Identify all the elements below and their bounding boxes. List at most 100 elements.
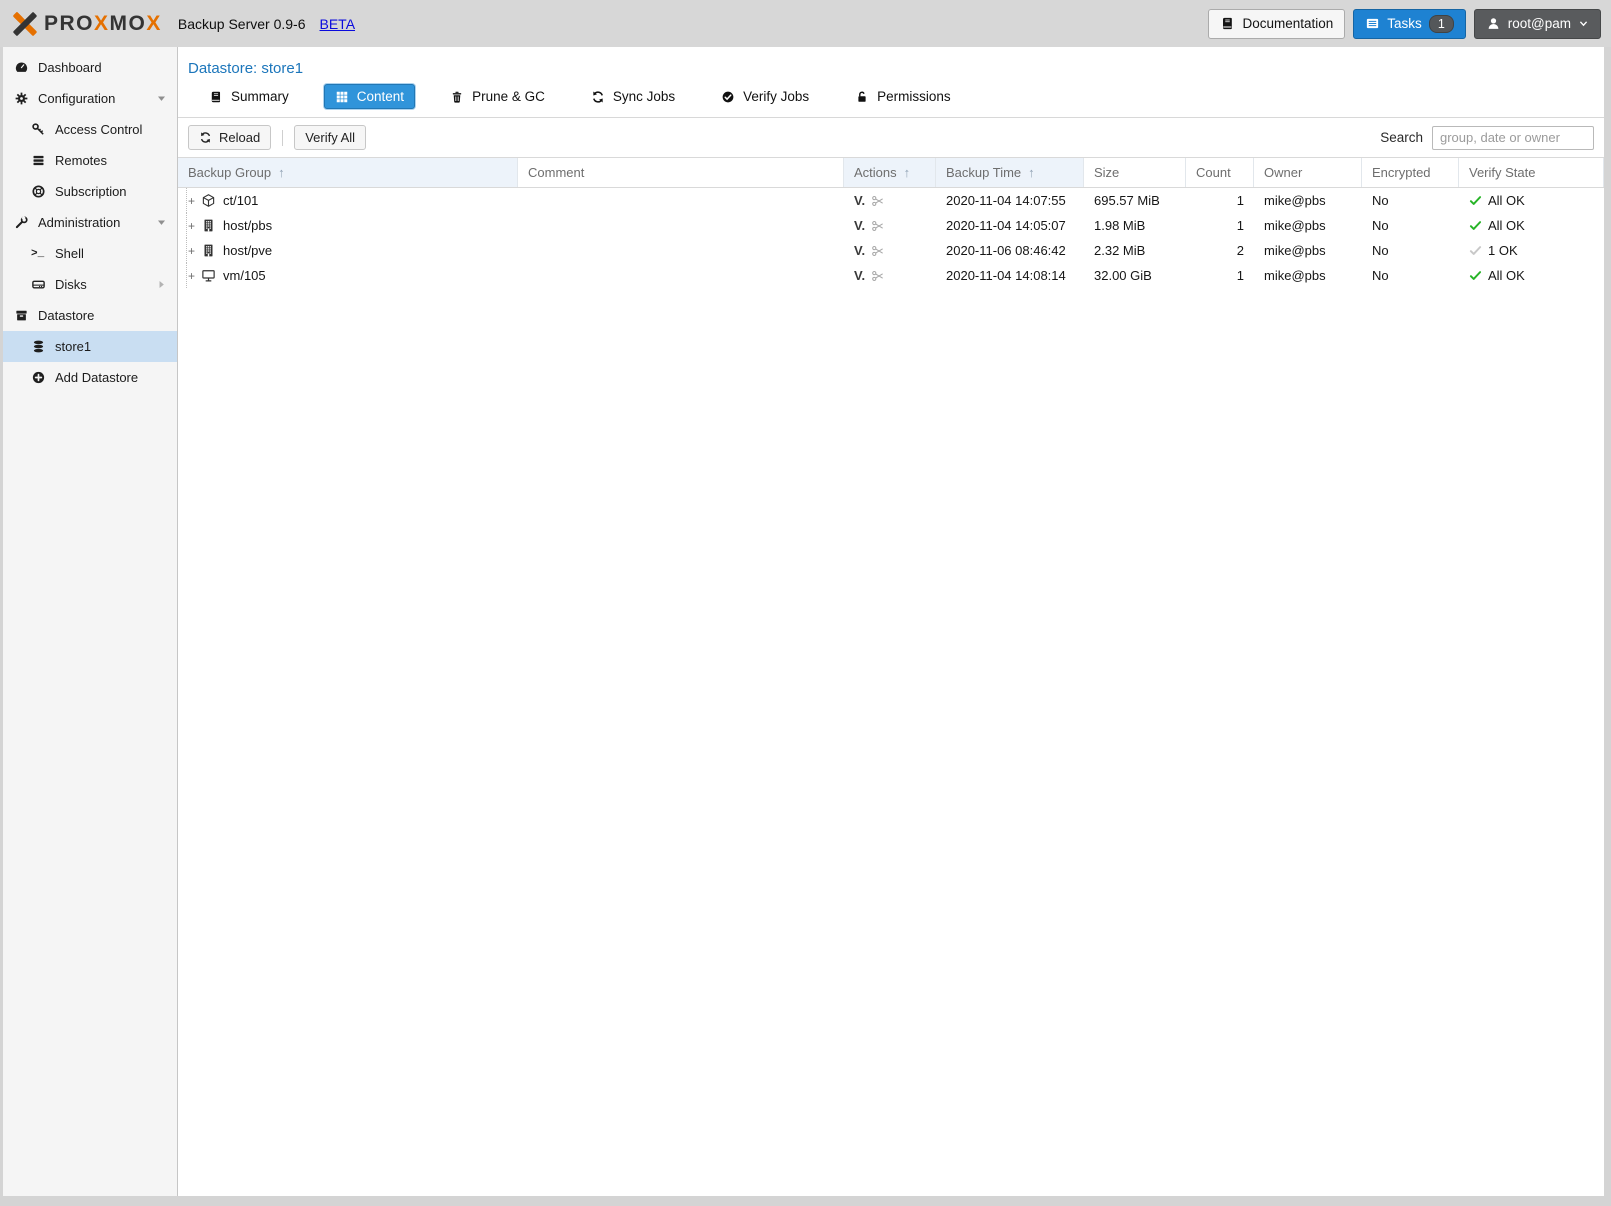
sidebar-item-label: Disks	[55, 277, 87, 292]
column-header-count[interactable]: Count	[1186, 158, 1254, 187]
column-header-label: Backup Time	[946, 165, 1021, 180]
tab-label: Content	[357, 89, 404, 104]
column-header-owner[interactable]: Owner	[1254, 158, 1362, 187]
verify-action-button[interactable]: V.	[854, 243, 865, 258]
sidebar-item-shell[interactable]: >_Shell	[3, 238, 177, 269]
column-header-comment[interactable]: Comment	[518, 158, 844, 187]
content-panel: Datastore: store1 SummaryContentPrune & …	[178, 47, 1604, 1196]
brand-letter: X	[146, 12, 162, 35]
cell-size: 1.98 MiB	[1084, 213, 1186, 238]
column-header-backup-group[interactable]: Backup Group↑	[178, 158, 518, 187]
sidebar-item-store1[interactable]: store1	[3, 331, 177, 362]
cell-comment	[518, 263, 844, 288]
expand-toggle[interactable]: +	[188, 271, 201, 281]
sidebar-item-label: Configuration	[38, 91, 115, 106]
table-row[interactable]: +host/pbsV.2020-11-04 14:05:071.98 MiB1m…	[178, 213, 1604, 238]
scissors-icon[interactable]	[871, 269, 885, 283]
reload-label: Reload	[219, 130, 260, 145]
tab-summary[interactable]: Summary	[198, 84, 300, 109]
tab-permissions[interactable]: Permissions	[844, 84, 962, 109]
verify-action-button[interactable]: V.	[854, 268, 865, 283]
scissors-icon[interactable]	[871, 244, 885, 258]
verify-state-label: All OK	[1488, 193, 1525, 208]
column-header-verify-state[interactable]: Verify State	[1459, 158, 1604, 187]
sidebar-item-remotes[interactable]: Remotes	[3, 145, 177, 176]
brand-letter: MO	[110, 12, 147, 35]
verify-state-label: All OK	[1488, 268, 1525, 283]
plus-circle-icon	[31, 370, 46, 385]
check-circle-icon	[721, 90, 735, 104]
cell-backup-time: 2020-11-06 08:46:42	[936, 238, 1084, 263]
cell-actions: V.	[844, 263, 936, 288]
scissors-icon[interactable]	[871, 194, 885, 208]
proxmox-x-icon	[10, 9, 40, 39]
column-header-label: Count	[1196, 165, 1231, 180]
reload-button[interactable]: Reload	[188, 125, 271, 150]
expand-toggle[interactable]: +	[188, 221, 201, 231]
brand-letter: PRO	[44, 12, 94, 35]
cell-backup-time: 2020-11-04 14:05:07	[936, 213, 1084, 238]
sidebar-item-disks[interactable]: Disks	[3, 269, 177, 300]
tab-label: Sync Jobs	[613, 89, 675, 104]
verify-all-button[interactable]: Verify All	[294, 125, 366, 150]
sort-up-icon: ↑	[1028, 165, 1035, 180]
tasks-button[interactable]: Tasks 1	[1353, 9, 1465, 39]
column-header-backup-time[interactable]: Backup Time ↑	[936, 158, 1084, 187]
check-icon	[1469, 219, 1482, 232]
tab-verify-jobs[interactable]: Verify Jobs	[710, 84, 820, 109]
scissors-icon[interactable]	[871, 219, 885, 233]
column-header-label: Actions	[854, 165, 897, 180]
column-header-label: Owner	[1264, 165, 1302, 180]
grid-icon	[335, 90, 349, 104]
user-menu-button[interactable]: root@pam	[1474, 9, 1601, 39]
database-icon	[31, 339, 46, 354]
cell-owner: mike@pbs	[1254, 263, 1362, 288]
column-header-label: Size	[1094, 165, 1119, 180]
table-row[interactable]: +host/pveV.2020-11-06 08:46:422.32 MiB2m…	[178, 238, 1604, 263]
app-window: PROXMOX Backup Server 0.9-6 BETA Documen…	[0, 0, 1611, 1206]
cell-comment	[518, 213, 844, 238]
cell-verify-state: All OK	[1459, 213, 1604, 238]
sidebar-item-access-control[interactable]: Access Control	[3, 114, 177, 145]
cell-backup-group: +vm/105	[178, 263, 518, 288]
body-row: Dashboard Configuration Access ControlRemo…	[0, 47, 1611, 1196]
beta-link[interactable]: BETA	[320, 16, 356, 32]
search-input[interactable]	[1432, 126, 1594, 150]
sidebar-item-dashboard[interactable]: Dashboard	[3, 52, 177, 83]
column-header-actions[interactable]: Actions ↑	[844, 158, 936, 187]
cell-size: 695.57 MiB	[1084, 188, 1186, 213]
verify-action-button[interactable]: V.	[854, 193, 865, 208]
cube-icon	[201, 193, 216, 208]
building-icon	[201, 243, 216, 258]
toolbar-separator	[282, 130, 283, 146]
column-header-encrypted[interactable]: Encrypted	[1362, 158, 1459, 187]
expand-toggle[interactable]: +	[188, 246, 201, 256]
sidebar-item-datastore[interactable]: Datastore	[3, 300, 177, 331]
sidebar-item-label: Subscription	[55, 184, 127, 199]
verify-action-button[interactable]: V.	[854, 218, 865, 233]
table-row[interactable]: +vm/105V.2020-11-04 14:08:1432.00 GiB1mi…	[178, 263, 1604, 288]
sidebar-item-add-datastore[interactable]: Add Datastore	[3, 362, 177, 393]
tab-label: Permissions	[877, 89, 951, 104]
cell-verify-state: 1 OK	[1459, 238, 1604, 263]
documentation-button[interactable]: Documentation	[1208, 9, 1345, 39]
cell-encrypted: No	[1362, 263, 1459, 288]
chevron-down-icon	[1578, 18, 1589, 29]
column-header-size[interactable]: Size	[1084, 158, 1186, 187]
expand-toggle[interactable]: +	[188, 196, 201, 206]
tab-prune-gc[interactable]: Prune & GC	[439, 84, 556, 109]
sidebar-item-configuration[interactable]: Configuration	[3, 83, 177, 114]
tab-content[interactable]: Content	[324, 84, 415, 109]
cell-owner: mike@pbs	[1254, 213, 1362, 238]
sort-up-icon: ↑	[904, 165, 911, 180]
cell-encrypted: No	[1362, 188, 1459, 213]
sidebar-item-administration[interactable]: Administration	[3, 207, 177, 238]
book-icon	[1220, 16, 1235, 31]
documentation-label: Documentation	[1242, 16, 1333, 31]
user-icon	[1486, 16, 1501, 31]
sidebar-item-subscription[interactable]: Subscription	[3, 176, 177, 207]
column-header-label: Encrypted	[1372, 165, 1431, 180]
tasks-list-icon	[1365, 16, 1380, 31]
tab-sync-jobs[interactable]: Sync Jobs	[580, 84, 686, 109]
table-row[interactable]: +ct/101V.2020-11-04 14:07:55695.57 MiB1m…	[178, 188, 1604, 213]
